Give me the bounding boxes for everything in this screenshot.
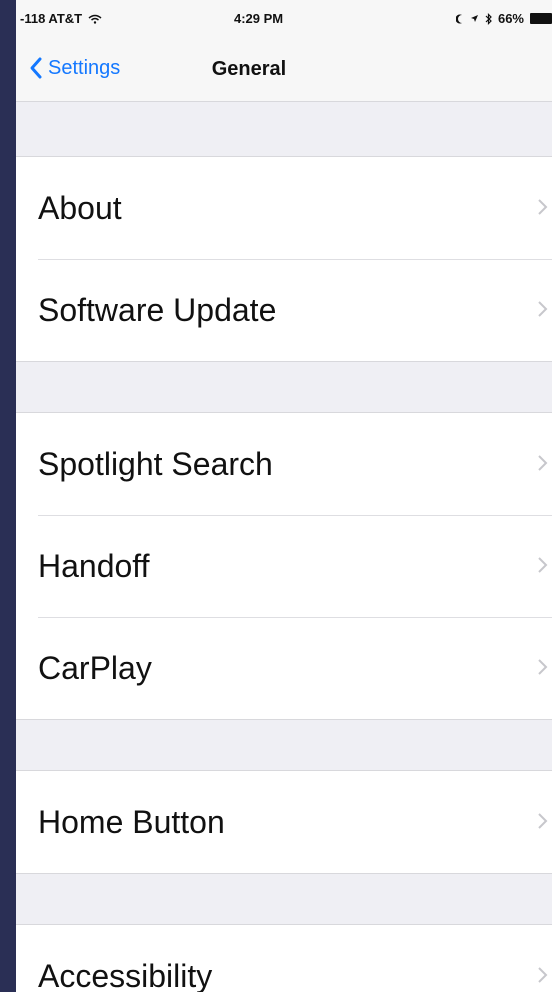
list-item-home-button[interactable]: Home Button (16, 771, 552, 873)
page-title: General (211, 58, 287, 80)
list-item-label: Software Update (38, 291, 277, 328)
settings-group-1: About Software Update (16, 156, 552, 362)
chevron-right-icon (538, 967, 548, 983)
carrier-label: -118 AT&T (20, 11, 83, 26)
chevron-right-icon (538, 455, 548, 471)
list-item-label: Spotlight Search (38, 445, 273, 482)
status-bar: -118 AT&T 4:29 PM 66% (16, 0, 552, 36)
list-item-carplay[interactable]: CarPlay (16, 617, 552, 719)
list-item-software-update[interactable]: Software Update (16, 259, 552, 361)
chevron-right-icon (538, 301, 548, 317)
settings-group-4: Accessibility (16, 924, 552, 992)
moon-icon (455, 14, 462, 23)
chevron-right-icon (538, 813, 548, 829)
list-item-spotlight-search[interactable]: Spotlight Search (16, 413, 552, 515)
battery-icon (530, 13, 552, 24)
battery-percent: 66% (497, 11, 524, 26)
chevron-right-icon (538, 557, 548, 573)
chevron-right-icon (538, 199, 548, 215)
location-icon (470, 15, 478, 22)
settings-group-2: Spotlight Search Handoff CarPlay (16, 412, 552, 720)
list-item-label: Home Button (38, 803, 225, 840)
status-right: 66% (455, 11, 552, 26)
wifi-icon (88, 14, 102, 24)
list-item-label: Accessibility (38, 957, 213, 992)
settings-group-3: Home Button (16, 770, 552, 874)
navigation-bar: Settings General (16, 36, 552, 102)
chevron-right-icon (538, 659, 548, 675)
list-item-about[interactable]: About (16, 157, 552, 259)
bluetooth-icon (485, 12, 492, 25)
status-time: 4:29 PM (234, 11, 284, 26)
settings-general-screen: -118 AT&T 4:29 PM 66% Settings General A… (16, 0, 552, 992)
list-item-handoff[interactable]: Handoff (16, 515, 552, 617)
list-item-label: About (38, 189, 122, 226)
status-left: -118 AT&T (20, 11, 102, 26)
list-item-label: CarPlay (38, 649, 152, 686)
list-item-label: Handoff (38, 547, 150, 584)
list-item-accessibility[interactable]: Accessibility (16, 925, 552, 992)
